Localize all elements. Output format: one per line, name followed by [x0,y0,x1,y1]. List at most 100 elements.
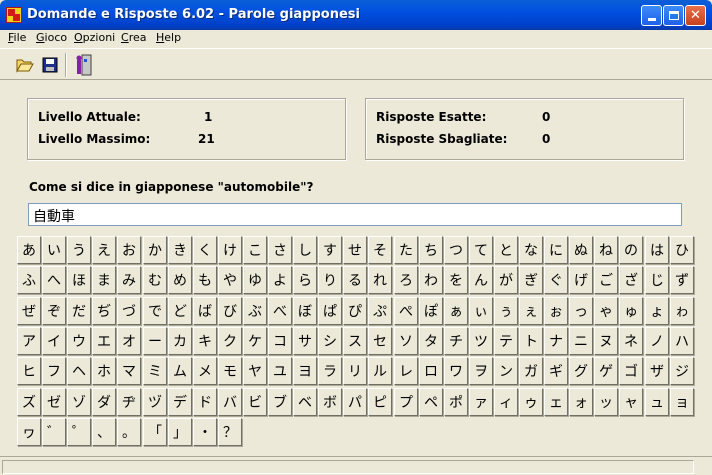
kana-key[interactable]: さ [268,236,292,264]
kana-key[interactable]: シ [318,327,342,355]
menu-crea[interactable]: Crea [121,31,146,44]
kana-key[interactable]: ク [218,327,242,355]
kana-key[interactable]: ゾ [67,388,91,416]
kana-key[interactable]: ジ [670,357,694,385]
kana-key[interactable]: ぱ [318,297,342,325]
kana-key[interactable]: ト [519,327,543,355]
kana-key[interactable]: ゲ [594,357,618,385]
kana-key[interactable]: ゛ [42,418,66,446]
kana-key[interactable]: ズ [17,388,41,416]
kana-key[interactable]: リ [343,357,367,385]
kana-key[interactable]: あ [17,236,41,264]
kana-key[interactable]: こ [243,236,267,264]
kana-key[interactable]: ミ [143,357,167,385]
kana-key[interactable]: ヅ [143,388,167,416]
kana-key[interactable]: っ [569,297,593,325]
kana-key[interactable]: の [619,236,643,264]
kana-key[interactable]: ば [193,297,217,325]
kana-key[interactable]: う [67,236,91,264]
kana-key[interactable]: ぽ [419,297,443,325]
kana-key[interactable]: ヮ [17,418,41,446]
kana-key[interactable]: ビ [243,388,267,416]
menu-help[interactable]: Help [156,31,181,44]
kana-key[interactable]: ー [143,327,167,355]
kana-key[interactable]: ル [368,357,392,385]
kana-key[interactable]: ギ [544,357,568,385]
save-button[interactable] [37,52,62,77]
kana-key[interactable]: で [143,297,167,325]
kana-key[interactable]: ゴ [619,357,643,385]
kana-key[interactable]: ぢ [92,297,116,325]
kana-key[interactable]: む [143,266,167,294]
kana-key[interactable]: グ [569,357,593,385]
kana-key[interactable]: カ [168,327,192,355]
kana-key[interactable]: ぶ [243,297,267,325]
kana-key[interactable]: べ [268,297,292,325]
kana-key[interactable]: ぅ [494,297,518,325]
kana-key[interactable]: ポ [444,388,468,416]
kana-key[interactable]: プ [394,388,418,416]
kana-key[interactable]: ぎ [519,266,543,294]
kana-key[interactable]: ソ [394,327,418,355]
kana-key[interactable]: わ [419,266,443,294]
kana-key[interactable]: ユ [268,357,292,385]
kana-key[interactable]: ぷ [368,297,392,325]
kana-key[interactable]: へ [42,266,66,294]
kana-key[interactable]: る [343,266,367,294]
kana-key[interactable]: す [318,236,342,264]
kana-key[interactable]: ヲ [469,357,493,385]
kana-key[interactable]: ュ [645,388,669,416]
minimize-button[interactable] [641,5,662,26]
kana-key[interactable]: ぁ [444,297,468,325]
kana-key[interactable]: ほ [67,266,91,294]
kana-key[interactable]: ゎ [670,297,694,325]
kana-key[interactable]: ざ [619,266,643,294]
kana-key[interactable]: ぺ [394,297,418,325]
kana-key[interactable]: ブ [268,388,292,416]
kana-key[interactable]: オ [117,327,141,355]
kana-key[interactable]: ァ [469,388,493,416]
kana-key[interactable]: は [645,236,669,264]
menu-file[interactable]: File [8,31,26,44]
kana-key[interactable]: ゆ [243,266,267,294]
kana-key[interactable]: ご [594,266,618,294]
kana-key[interactable]: び [218,297,242,325]
kana-key[interactable]: キ [193,327,217,355]
kana-key[interactable]: ガ [519,357,543,385]
exit-button[interactable] [71,52,96,77]
kana-key[interactable]: チ [444,327,468,355]
kana-key[interactable]: づ [117,297,141,325]
kana-key[interactable]: ツ [469,327,493,355]
kana-key[interactable]: ョ [670,388,694,416]
kana-key[interactable]: き [168,236,192,264]
kana-key[interactable]: ペ [419,388,443,416]
kana-key[interactable]: ・ [193,418,217,446]
kana-key[interactable]: ぃ [469,297,493,325]
kana-key[interactable]: ろ [394,266,418,294]
kana-key[interactable]: ン [494,357,518,385]
kana-key[interactable]: ャ [619,388,643,416]
kana-key[interactable]: な [519,236,543,264]
kana-key[interactable]: ヌ [594,327,618,355]
kana-key[interactable]: ぇ [519,297,543,325]
kana-key[interactable]: ヂ [117,388,141,416]
kana-key[interactable]: ム [168,357,192,385]
kana-key[interactable]: 」 [168,418,192,446]
kana-key[interactable]: み [117,266,141,294]
kana-key[interactable]: ら [293,266,317,294]
kana-key[interactable]: ゅ [619,297,643,325]
kana-key[interactable]: マ [117,357,141,385]
kana-key[interactable]: セ [368,327,392,355]
close-button[interactable]: ✕ [685,5,706,26]
kana-key[interactable]: た [394,236,418,264]
kana-key[interactable]: と [494,236,518,264]
kana-key[interactable]: デ [168,388,192,416]
kana-key[interactable]: ヘ [67,357,91,385]
kana-key[interactable]: に [544,236,568,264]
kana-key[interactable]: ょ [645,297,669,325]
kana-key[interactable]: ワ [444,357,468,385]
kana-key[interactable]: か [143,236,167,264]
kana-key[interactable]: ぼ [293,297,317,325]
kana-key[interactable]: め [168,266,192,294]
kana-key[interactable]: ホ [92,357,116,385]
